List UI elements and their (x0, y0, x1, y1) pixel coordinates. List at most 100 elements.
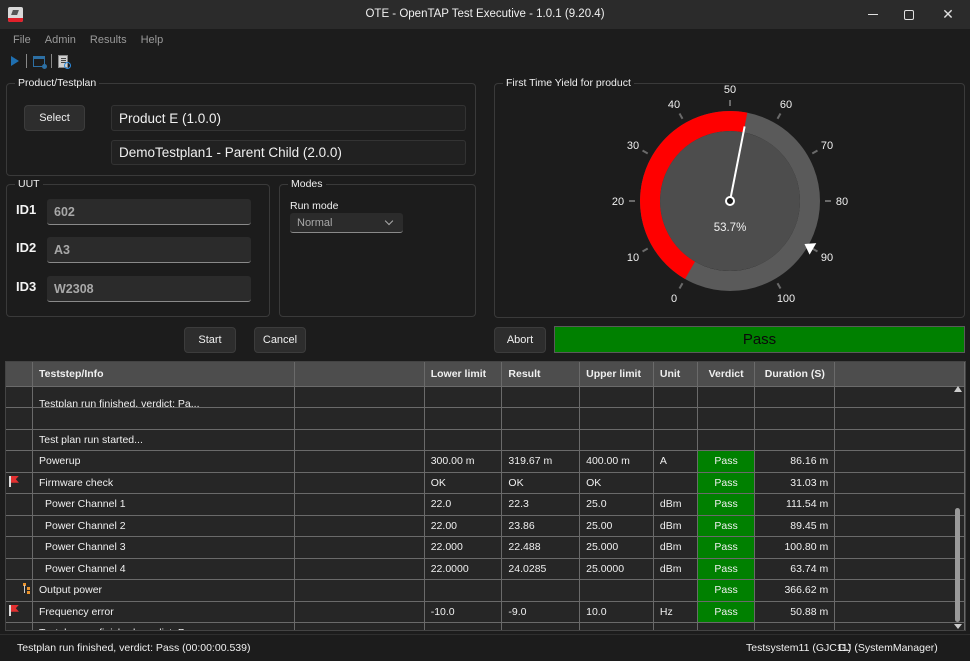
col-verdict-header[interactable]: Verdict (697, 362, 756, 387)
row-filler (834, 429, 965, 451)
row-verdict: Pass (697, 515, 756, 537)
close-button[interactable]: ✕ (925, 0, 970, 29)
table-row[interactable]: Powerup 300.00 m 319.67 m 400.00 m A Pass 86.1… (6, 450, 965, 473)
gauge-tick-label: 30 (627, 140, 639, 152)
menu-file[interactable]: File (13, 29, 31, 51)
gauge-value-text: 53.7% (714, 222, 747, 234)
scroll-thumb[interactable] (955, 508, 960, 622)
row-filler (834, 450, 965, 473)
row-lower-limit: 22.0 (424, 493, 503, 516)
col-teststep-header[interactable]: Teststep/Info (32, 362, 296, 387)
row-teststep: Power Channel 2 (32, 515, 296, 537)
modes-legend: Modes (288, 178, 326, 190)
row-upper-limit: 400.00 m (579, 450, 654, 473)
row-result (501, 579, 581, 602)
row-filler (834, 493, 965, 516)
flag-icon (9, 604, 19, 616)
status-bar: Testplan run finished, verdict: Pass (00… (0, 634, 970, 661)
table-row[interactable]: Frequency error -10.0 -9.0 10.0 Hz Pass 50.88 … (6, 601, 965, 623)
uut-legend: UUT (15, 178, 43, 190)
table-row[interactable]: Firmware check OK OK OK Pass 31.03 m (6, 472, 965, 494)
row-blank (294, 558, 425, 580)
row-unit (653, 579, 698, 602)
minimize-icon (868, 14, 878, 15)
table-row[interactable]: Test plan run started... (6, 429, 965, 451)
col-result-header[interactable]: Result (501, 362, 581, 387)
yield-gauge: 0 10 20 30 40 50 60 70 80 90 100 53.7% (612, 84, 848, 305)
col-duration-header[interactable]: Duration (S) (754, 362, 836, 387)
row-unit: dBm (653, 515, 698, 537)
row-teststep: Test plan run started... (32, 429, 296, 451)
window-settings-icon[interactable] (33, 55, 47, 69)
id2-input[interactable]: A3 (47, 237, 251, 263)
table-row[interactable]: Power Channel 1 22.0 22.3 25.0 dBm Pass 111.54… (6, 493, 965, 516)
status-message: Testplan run finished, verdict: Pass (00… (17, 642, 251, 654)
cancel-button[interactable]: Cancel (254, 327, 306, 353)
menu-results[interactable]: Results (90, 29, 127, 51)
row-teststep: Testplan run finished, verdict: Pass (32, 622, 296, 630)
col-unit-header[interactable]: Unit (653, 362, 698, 387)
abort-button[interactable]: Abort (494, 327, 546, 353)
row-verdict: Pass (697, 536, 756, 559)
row-blank (294, 429, 425, 451)
row-duration: 100.80 m (754, 536, 836, 559)
row-result (501, 407, 581, 430)
id3-input[interactable]: W2308 (47, 276, 251, 302)
start-button[interactable]: Start (184, 327, 236, 353)
row-duration: 63.74 m (754, 558, 836, 580)
col-filler-header (834, 362, 965, 387)
col-icon-header[interactable] (6, 362, 33, 387)
gauge-tick (776, 282, 782, 289)
row-blank (294, 407, 425, 430)
gauge-tick-label: 60 (780, 99, 792, 111)
table-row[interactable]: Testplan run finished, verdict: Pass (6, 622, 965, 630)
grid-scrollbar[interactable] (951, 386, 963, 630)
toolbar-separator (26, 54, 27, 68)
table-row[interactable]: Output power Pass 366.62 m (6, 579, 965, 602)
table-row[interactable]: Power Channel 4 22.0000 24.0285 25.0000 dBm P… (6, 558, 965, 580)
menu-help[interactable]: Help (141, 29, 164, 51)
col-upper-limit-header[interactable]: Upper limit (579, 362, 654, 387)
row-lower-limit: -10.0 (424, 601, 503, 623)
col-blank-header[interactable] (294, 362, 425, 387)
scroll-down-icon[interactable] (954, 624, 962, 629)
row-blank (294, 622, 425, 630)
row-teststep: Powerup (32, 450, 296, 473)
row-result (501, 622, 581, 630)
row-upper-limit: 10.0 (579, 601, 654, 623)
row-lower-limit: OK (424, 472, 503, 494)
select-button[interactable]: Select (24, 105, 85, 131)
row-upper-limit (579, 622, 654, 630)
play-icon[interactable] (11, 56, 19, 66)
gauge-tick-label: 0 (671, 293, 677, 305)
row-blank (294, 472, 425, 494)
row-duration (754, 407, 836, 430)
row-result: 319.67 m (501, 450, 581, 473)
report-search-icon[interactable] (58, 54, 71, 69)
menu-admin[interactable]: Admin (45, 29, 76, 51)
row-teststep: Output power (32, 579, 296, 602)
table-row-partial[interactable]: Testplan run finished, verdict: Pa... (6, 386, 965, 408)
row-teststep: Firmware check (32, 472, 296, 494)
run-mode-dropdown[interactable]: Normal (290, 213, 403, 233)
status-user: GJ (SystemManager) (838, 642, 938, 654)
col-lower-limit-header[interactable]: Lower limit (424, 362, 503, 387)
row-upper-limit: OK (579, 472, 654, 494)
row-icon-cell (6, 493, 33, 516)
window-title: OTE - OpenTAP Test Executive - 1.0.1 (9.… (365, 8, 605, 20)
row-duration: 86.16 m (754, 450, 836, 473)
row-duration: 89.45 m (754, 515, 836, 537)
table-row[interactable]: Power Channel 2 22.00 23.86 25.00 dBm Pass 89.… (6, 515, 965, 537)
status-test-system: Testsystem11 (GJC11) (746, 642, 852, 654)
toolbar (0, 51, 970, 71)
id1-input[interactable]: 602 (47, 199, 251, 225)
row-verdict: Pass (697, 601, 756, 623)
row-upper-limit: 25.0000 (579, 558, 654, 580)
scroll-up-icon[interactable] (954, 386, 962, 392)
row-blank (294, 493, 425, 516)
results-grid[interactable]: Teststep/Info Lower limit Result Upper l… (5, 361, 966, 631)
row-unit (653, 407, 698, 430)
table-row[interactable] (6, 407, 965, 430)
row-lower-limit: 22.0000 (424, 558, 503, 580)
table-row[interactable]: Power Channel 3 22.000 22.488 25.000 dBm Pass… (6, 536, 965, 559)
